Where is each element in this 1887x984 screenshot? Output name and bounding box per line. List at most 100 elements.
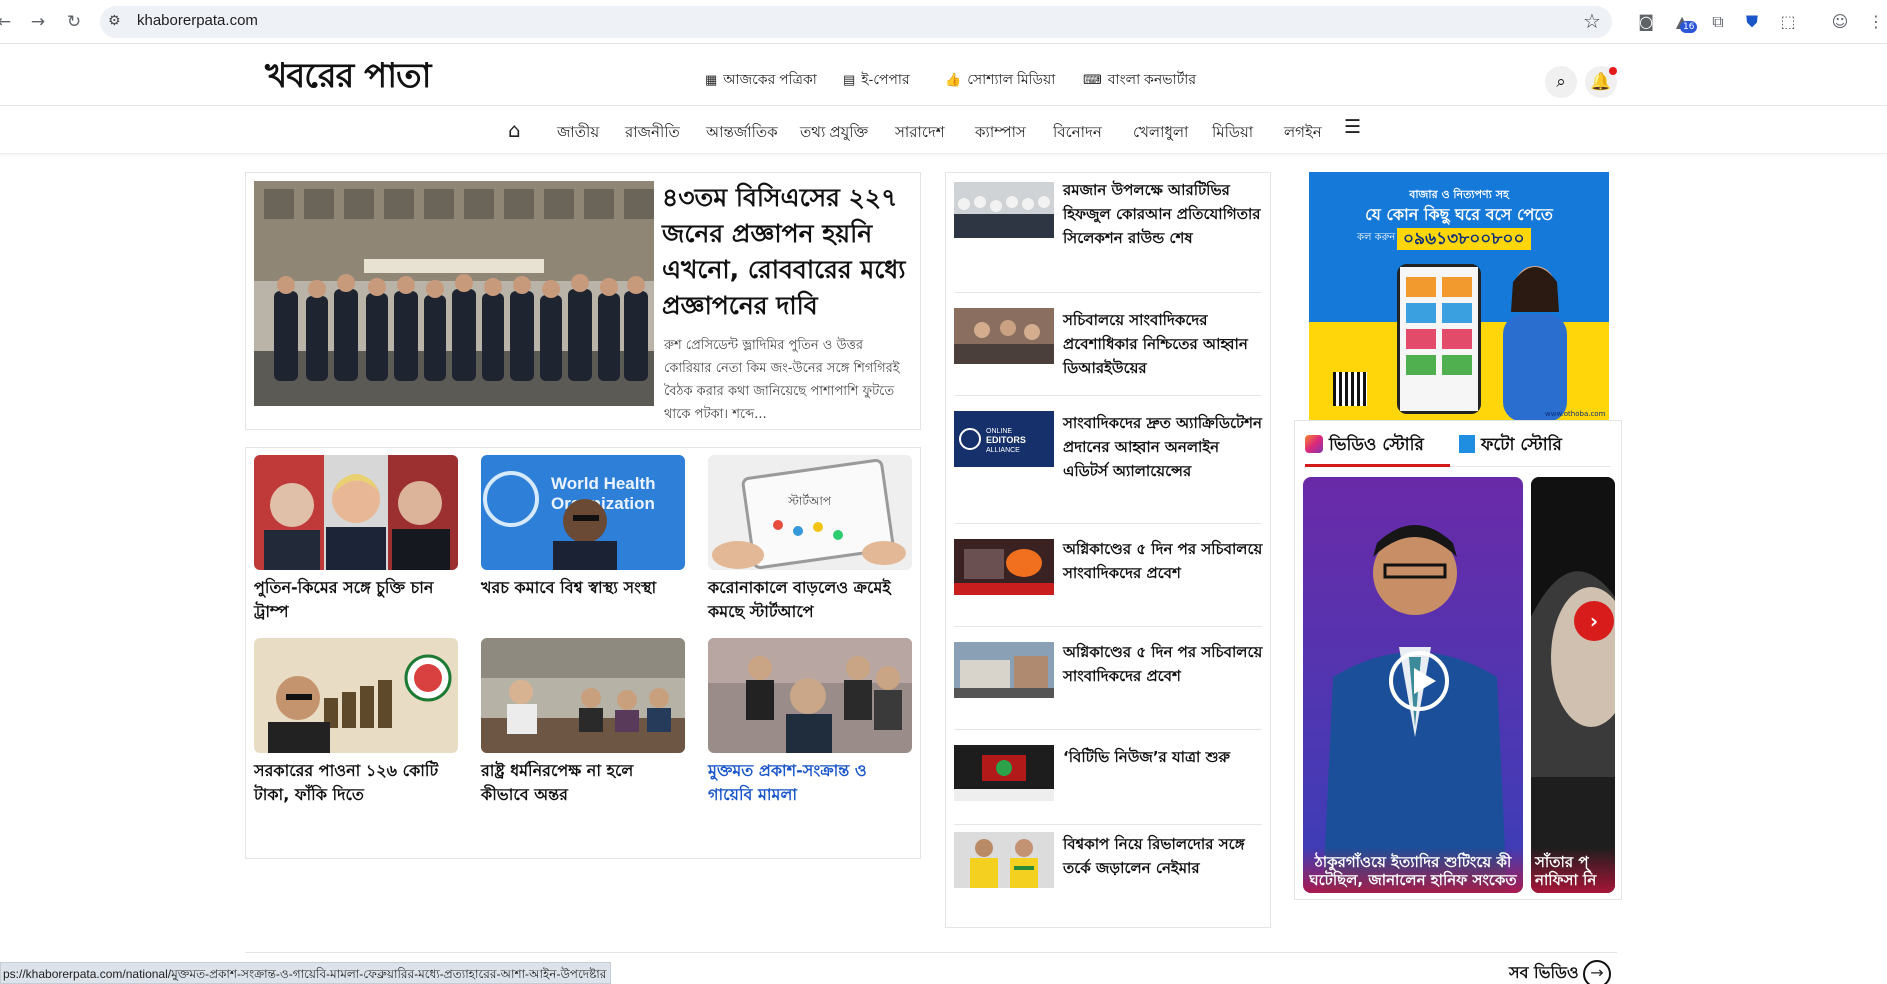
search-icon[interactable]: ⌕	[1545, 66, 1577, 98]
arrow-right-icon[interactable]: →	[1583, 960, 1611, 984]
menu-dots-icon[interactable]: ⋮	[1866, 12, 1886, 31]
nav-item-country[interactable]: সারাদেশ	[895, 121, 945, 146]
side-item-title[interactable]: অগ্নিকাণ্ডের ৫ দিন পর সচিবালয়ে সাংবাদিক…	[1063, 640, 1263, 688]
nav-item-login[interactable]: লগইন	[1284, 121, 1322, 146]
svg-text:ONLINE: ONLINE	[986, 428, 1012, 435]
site-logo[interactable]: খবরের পাতা	[265, 50, 431, 107]
play-icon[interactable]	[1389, 651, 1449, 711]
side-list-item[interactable]: অগ্নিকাণ্ডের ৫ দিন পর সচিবালয়ে সাংবাদিক…	[954, 531, 1262, 627]
browser-toolbar: ← → ↻ ⚙ khaborerpata.com ☆ ◙ ▲ 16 ⧉ ⛊ ⬚ …	[0, 0, 1887, 44]
ad-person-image	[1487, 252, 1583, 422]
ad-line2: যে কোন কিছু ঘরে বসে পেতে	[1365, 205, 1553, 224]
camera-icon[interactable]: ◙	[1636, 12, 1656, 31]
hamburger-menu-icon[interactable]: ☰	[1344, 116, 1361, 138]
header-link-today[interactable]: ▦ আজকের পত্রিকা	[705, 68, 817, 92]
newspaper-icon: ▦	[705, 72, 718, 87]
extension-badge: 16	[1680, 21, 1698, 33]
news-card-image[interactable]: World Health Organization	[481, 455, 685, 570]
puzzle-icon[interactable]: ⬚	[1778, 12, 1798, 31]
news-card-image[interactable]	[254, 638, 458, 753]
video-story-caption[interactable]: ঠাকুরগাঁওয়ে ইত্যাদির শুটিংয়ে কী ঘটেছিল…	[1303, 847, 1523, 893]
news-card-title[interactable]: খরচ কমাবে বিশ্ব স্বাস্থ্য সংস্থা	[481, 576, 685, 600]
video-story-card[interactable]: সাঁতার প্ নাফিসা নি	[1531, 477, 1615, 893]
side-item-title[interactable]: রমজান উপলক্ষে আরটিভির হিফজুল কোরআন প্রতি…	[1063, 178, 1263, 250]
nav-item-international[interactable]: আন্তর্জাতিক	[706, 121, 778, 146]
site-header: খবরের পাতা ▦ আজকের পত্রিকা ▤ ই-পেপার 👍 সোশ্…	[0, 44, 1887, 106]
news-card[interactable]: সরকারের পাওনা ১২৬ কোটি টাকা, ফাঁকি দিতে	[254, 638, 458, 807]
side-item-image[interactable]	[954, 642, 1054, 698]
profile-icon[interactable]: ☺	[1830, 12, 1850, 31]
nav-item-politics[interactable]: রাজনীতি	[625, 121, 680, 146]
side-item-title[interactable]: সচিবালয়ে সাংবাদিকদের প্রবেশাধিকার নিশ্চ…	[1063, 308, 1263, 380]
news-card[interactable]: স্টার্টআপ করোনাকালে বাড়লেও ক্রমেই কমছে …	[708, 455, 912, 624]
nav-item-national[interactable]: জাতীয়	[557, 121, 599, 146]
nav-item-media[interactable]: মিডিয়া	[1212, 121, 1253, 146]
side-item-title[interactable]: ‘বিটিভি নিউজ’র যাত্রা শুরু	[1063, 745, 1263, 769]
code-icon[interactable]: ⧉	[1708, 12, 1728, 32]
home-icon[interactable]: ⌂	[508, 118, 521, 142]
side-list-item[interactable]: ONLINE EDITORS ALLIANCE সাংবাদিকদের দ্রুত …	[954, 403, 1262, 524]
news-card[interactable]: পুতিন-কিমের সঙ্গে চুক্তি চান ট্রাম্প	[254, 455, 458, 624]
tab-photo-label: ফটো স্টোরি	[1481, 435, 1562, 455]
ad-banner[interactable]: বাজার ও নিত্যপণ্য সহ যে কোন কিছু ঘরে বসে…	[1309, 172, 1609, 422]
side-list-item[interactable]: সচিবালয়ে সাংবাদিকদের প্রবেশাধিকার নিশ্চ…	[954, 300, 1262, 396]
shield-icon[interactable]: ⛊	[1742, 12, 1762, 32]
header-link-social[interactable]: 👍 সোশ্যাল মিডিয়া	[945, 68, 1055, 92]
news-card-image[interactable]	[708, 638, 912, 753]
header-link-converter[interactable]: ⌨ বাংলা কনভার্টার	[1083, 68, 1196, 92]
news-card-title[interactable]: করোনাকালে বাড়লেও ক্রমেই কমছে স্টার্টআপে	[708, 576, 912, 624]
news-card[interactable]: World Health Organization খরচ কমাবে বিশ্…	[481, 455, 685, 600]
url-text[interactable]: khaborerpata.com	[137, 12, 258, 29]
lead-story-title[interactable]: ৪৩তম বিসিএসের ২২৭ জনের প্রজ্ঞাপন হয়নি এ…	[662, 180, 914, 324]
side-list-item[interactable]: অগ্নিকাণ্ডের ৫ দিন পর সচিবালয়ে সাংবাদিক…	[954, 634, 1262, 730]
side-item-image[interactable]	[954, 832, 1054, 888]
news-card-title[interactable]: সরকারের পাওনা ১২৬ কোটি টাকা, ফাঁকি দিতে	[254, 759, 458, 807]
side-item-title[interactable]: বিশ্বকাপ নিয়ে রিভালদোর সঙ্গে তর্কে জড়া…	[1063, 832, 1263, 880]
side-item-title[interactable]: অগ্নিকাণ্ডের ৫ দিন পর সচিবালয়ে সাংবাদিক…	[1063, 537, 1263, 585]
news-card-title[interactable]: রাষ্ট্র ধর্মনিরপেক্ষ না হলে কীভাবে অন্তর	[481, 759, 685, 807]
side-list-item[interactable]: ‘বিটিভি নিউজ’র যাত্রা শুরু	[954, 737, 1262, 825]
tab-photo-story[interactable]: ফটো স্টোরি	[1459, 432, 1562, 460]
reload-icon[interactable]: ↻	[64, 12, 84, 32]
forward-icon[interactable]: →	[28, 12, 48, 32]
header-link-label: বাংলা কনভার্টার	[1107, 71, 1197, 87]
lead-story-summary: রুশ প্রেসিডেন্ট ভ্লাদিমির পুতিন ও উত্তর …	[664, 338, 900, 422]
bookmark-star-icon[interactable]: ☆	[1583, 9, 1601, 33]
side-list-item[interactable]: রমজান উপলক্ষে আরটিভির হিফজুল কোরআন প্রতি…	[954, 178, 1262, 293]
side-item-image[interactable]	[954, 539, 1054, 595]
nav-item-sports[interactable]: খেলাধুলা	[1133, 121, 1188, 146]
nav-item-entertainment[interactable]: বিনোদন	[1053, 121, 1102, 146]
news-card-image[interactable]	[481, 638, 685, 753]
epaper-icon: ▤	[843, 72, 856, 87]
news-card-image[interactable]	[254, 455, 458, 570]
nav-item-campus[interactable]: ক্যাম্পাস	[975, 121, 1026, 146]
ad-phone-image	[1397, 264, 1481, 414]
news-card-title[interactable]: পুতিন-কিমের সঙ্গে চুক্তি চান ট্রাম্প	[254, 576, 458, 624]
nav-item-tech[interactable]: তথ্য প্রযুক্তি	[800, 121, 868, 146]
video-story-card[interactable]: ঠাকুরগাঁওয়ে ইত্যাদির শুটিংয়ে কী ঘটেছিল…	[1303, 477, 1523, 893]
carousel-next-button[interactable]: ›	[1574, 601, 1614, 641]
tab-video-label: ভিডিও স্টোরি	[1329, 435, 1424, 455]
active-tab-indicator	[1305, 464, 1450, 467]
header-link-label: আজকের পত্রিকা	[723, 71, 817, 87]
back-icon[interactable]: ←	[0, 12, 14, 32]
news-card-image[interactable]: স্টার্টআপ	[708, 455, 912, 570]
side-item-image[interactable]	[954, 745, 1054, 801]
news-card[interactable]: মুক্তমত প্রকাশ-সংক্রান্ত ও গায়েবি মামলা	[708, 638, 912, 807]
svg-text:World Health: World Health	[551, 474, 656, 493]
tab-video-story[interactable]: ভিডিও স্টোরি	[1305, 432, 1424, 460]
news-card-title[interactable]: মুক্তমত প্রকাশ-সংক্রান্ত ও গায়েবি মামলা	[708, 759, 912, 807]
side-list-item[interactable]: বিশ্বকাপ নিয়ে রিভালদোর সঙ্গে তর্কে জড়া…	[954, 832, 1262, 922]
side-item-image[interactable]: ONLINE EDITORS ALLIANCE	[954, 411, 1054, 467]
all-video-link[interactable]: সব ভিডিও	[1509, 960, 1579, 984]
address-bar[interactable]	[100, 6, 1612, 38]
news-card[interactable]: রাষ্ট্র ধর্মনিরপেক্ষ না হলে কীভাবে অন্তর	[481, 638, 685, 807]
video-story-caption[interactable]: সাঁতার প্ নাফিসা নি	[1531, 847, 1615, 893]
side-item-image[interactable]	[954, 308, 1054, 364]
side-item-image[interactable]	[954, 182, 1054, 238]
side-item-title[interactable]: সাংবাদিকদের দ্রুত অ্যাক্রিডিটেশন প্রদানে…	[1063, 411, 1263, 483]
site-info-icon[interactable]: ⚙	[108, 13, 121, 29]
header-link-epaper[interactable]: ▤ ই-পেপার	[843, 68, 910, 92]
ad-qr-code	[1333, 372, 1367, 406]
lead-story-image[interactable]	[254, 181, 654, 406]
